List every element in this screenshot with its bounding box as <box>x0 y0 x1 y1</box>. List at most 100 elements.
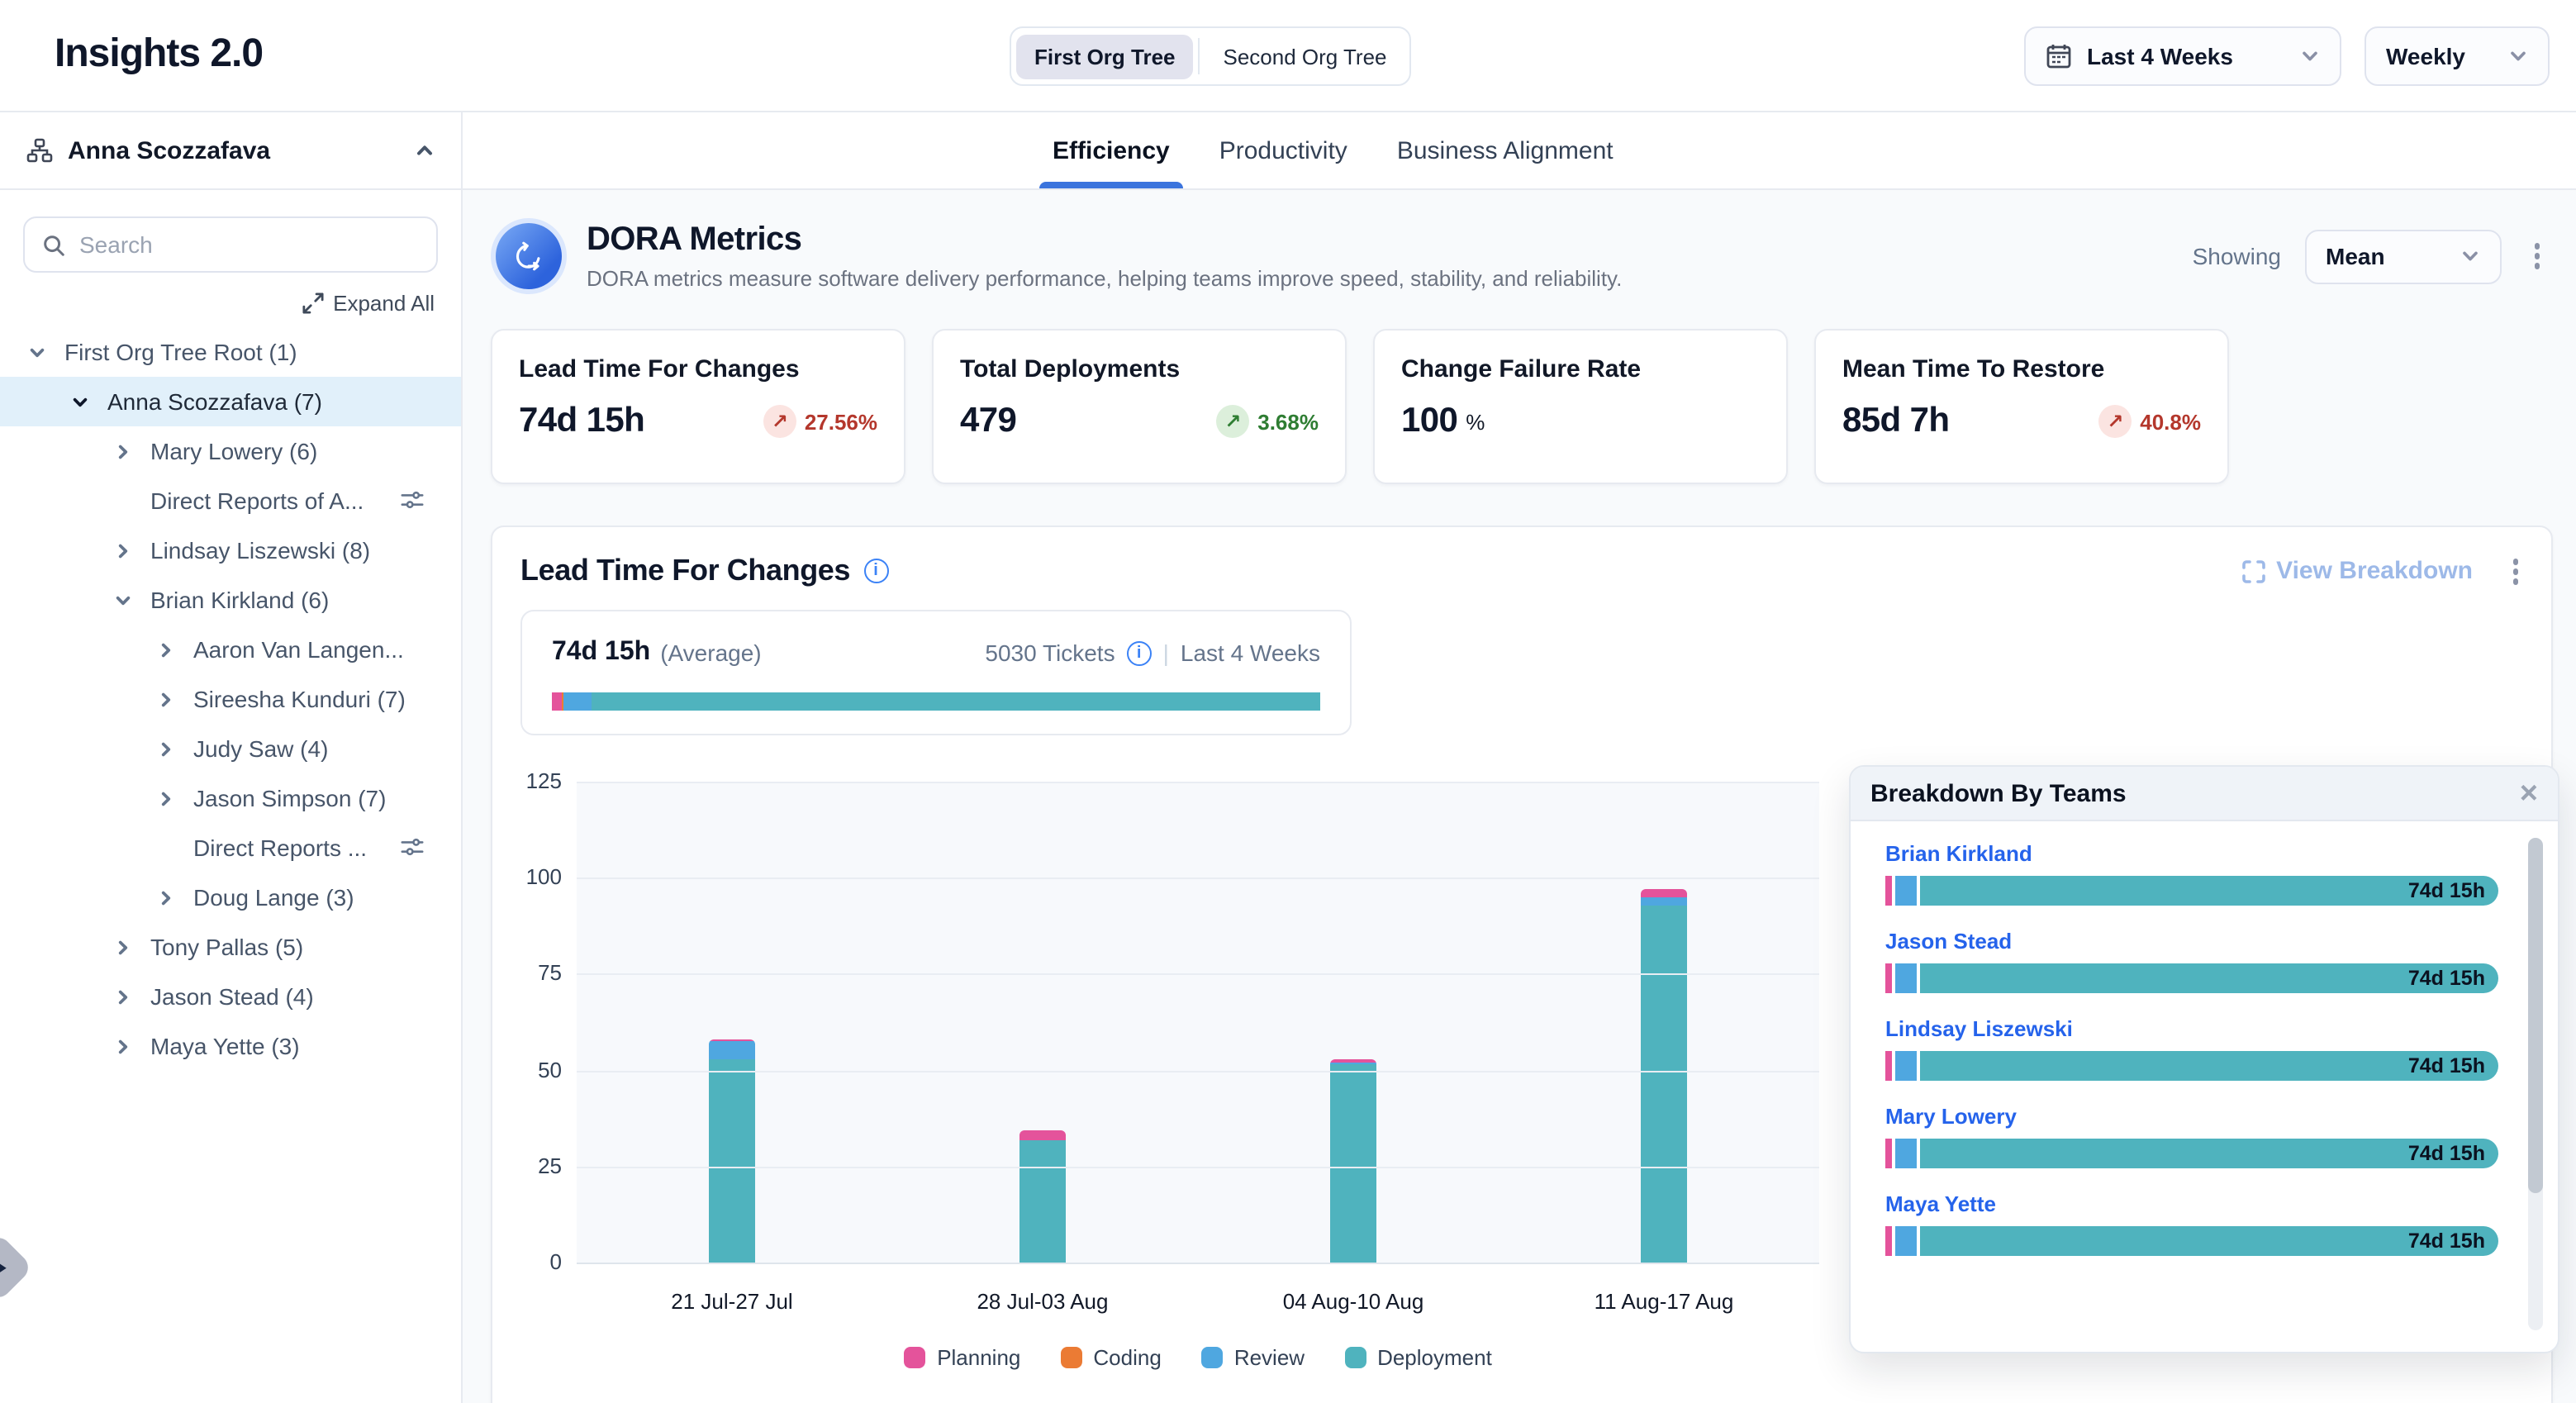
team-name-link[interactable]: Maya Yette <box>1885 1191 2498 1216</box>
legend-label: Review <box>1234 1345 1305 1370</box>
average-bar-segment-planning <box>552 692 562 711</box>
showing-select[interactable]: Mean <box>2304 229 2501 283</box>
tree-item[interactable]: Jason Simpson (7) <box>0 773 461 823</box>
metric-card-unit: % <box>1466 409 1485 434</box>
tree-item[interactable]: Doug Lange (3) <box>0 873 461 922</box>
granularity-value: Weekly <box>2386 43 2465 69</box>
tree-item[interactable]: Anna Scozzafava (7) <box>0 377 461 426</box>
metric-card-value-row: 85d 7h↗40.8% <box>1842 402 2201 441</box>
dora-header: DORA Metrics DORA metrics measure softwa… <box>491 218 2550 294</box>
chevron-down-icon[interactable] <box>71 392 94 411</box>
x-axis-label: 11 Aug-17 Aug <box>1532 1289 1796 1314</box>
legend-label: Coding <box>1093 1345 1161 1370</box>
chevron-right-icon[interactable] <box>157 888 180 906</box>
tree-item[interactable]: Sireesha Kunduri (7) <box>0 674 461 724</box>
granularity-select[interactable]: Weekly <box>2365 26 2550 86</box>
sidebar-owner-name: Anna Scozzafava <box>68 136 270 164</box>
chart-header-actions: View Breakdown <box>2241 552 2528 591</box>
tree-item[interactable]: Direct Reports of A... <box>0 476 461 526</box>
tree-item[interactable]: Tony Pallas (5) <box>0 922 461 972</box>
team-stacked-bar: 74d 15h <box>1885 1226 2498 1256</box>
chevron-right-icon[interactable] <box>114 1037 137 1055</box>
tree-item[interactable]: Brian Kirkland (6) <box>0 575 461 625</box>
sidebar-header[interactable]: Anna Scozzafava <box>0 112 461 190</box>
gridline <box>577 782 1819 783</box>
chevron-down-icon <box>2460 246 2479 266</box>
team-name-link[interactable]: Brian Kirkland <box>1885 841 2498 866</box>
calendar-icon <box>2046 43 2072 69</box>
chevron-up-icon[interactable] <box>415 140 435 160</box>
tree-item-label: Direct Reports ... <box>193 835 367 861</box>
legend-swatch <box>1201 1347 1223 1368</box>
average-bar-segment-review <box>564 692 592 711</box>
tree-item[interactable]: Maya Yette (3) <box>0 1021 461 1071</box>
y-axis-tick-label: 25 <box>492 1153 562 1178</box>
legend-item-review[interactable]: Review <box>1201 1345 1305 1370</box>
stacked-bar[interactable] <box>1330 1059 1376 1263</box>
gridline <box>577 877 1819 879</box>
tree-item[interactable]: Mary Lowery (6) <box>0 426 461 476</box>
tree-item[interactable]: Direct Reports ... <box>0 823 461 873</box>
info-icon[interactable]: i <box>863 559 888 584</box>
tree-item[interactable]: Lindsay Liszewski (8) <box>0 526 461 575</box>
search-box <box>23 216 438 273</box>
view-breakdown-button[interactable]: View Breakdown <box>2241 558 2473 586</box>
legend-swatch <box>1344 1347 1366 1368</box>
chevron-right-icon[interactable] <box>114 938 137 956</box>
bar-segment-review <box>709 1041 755 1058</box>
chevron-right-icon[interactable] <box>114 987 137 1006</box>
y-axis-tick-label: 50 <box>492 1057 562 1082</box>
tree-item[interactable]: Jason Stead (4) <box>0 972 461 1021</box>
legend-item-planning[interactable]: Planning <box>904 1345 1020 1370</box>
header-controls: Last 4 Weeks Weekly <box>2024 26 2550 86</box>
search-input[interactable] <box>79 231 420 258</box>
filter-sliders-icon[interactable] <box>400 487 425 512</box>
team-bar-segment-review <box>1895 963 1917 993</box>
chart-menu-kebab-icon[interactable] <box>2502 552 2528 591</box>
legend-item-coding[interactable]: Coding <box>1060 1345 1161 1370</box>
y-axis-tick-label: 125 <box>492 768 562 793</box>
tab-productivity[interactable]: Productivity <box>1216 112 1351 188</box>
content: DORA Metrics DORA metrics measure softwa… <box>463 190 2576 1403</box>
tree-item[interactable]: First Org Tree Root (1) <box>0 327 461 377</box>
divider: | <box>1163 640 1169 666</box>
org-tree-toggle-option[interactable]: First Org Tree <box>1016 34 1194 78</box>
info-icon[interactable]: i <box>1127 640 1152 665</box>
tree-item[interactable]: Judy Saw (4) <box>0 724 461 773</box>
breakdown-panel-body: Brian Kirkland 74d 15h Jason Stead 74d 15h L… <box>1851 821 2558 1353</box>
stacked-bar[interactable] <box>1019 1130 1066 1263</box>
chevron-right-icon[interactable] <box>157 640 180 659</box>
chevron-right-icon[interactable] <box>157 789 180 807</box>
stacked-bar[interactable] <box>1641 889 1687 1263</box>
chart-title: Lead Time For Changes <box>520 554 850 589</box>
close-icon[interactable]: × <box>2520 778 2538 809</box>
legend-swatch <box>1060 1347 1081 1368</box>
org-tree-toggle-option[interactable]: Second Org Tree <box>1205 34 1405 78</box>
date-range-select[interactable]: Last 4 Weeks <box>2024 26 2341 86</box>
team-bar-value: 74d 15h <box>2408 1054 2485 1077</box>
metric-card-value: 479 <box>960 402 1016 441</box>
chevron-down-icon[interactable] <box>28 343 51 361</box>
dora-menu-kebab-icon[interactable] <box>2524 237 2550 276</box>
chevron-right-icon[interactable] <box>114 541 137 559</box>
chevron-right-icon[interactable] <box>157 740 180 758</box>
chevron-right-icon[interactable] <box>157 690 180 708</box>
metric-delta-value: 27.56% <box>805 409 877 434</box>
filter-sliders-icon[interactable] <box>400 835 425 859</box>
tab-efficiency[interactable]: Efficiency <box>1049 112 1173 188</box>
team-name-link[interactable]: Mary Lowery <box>1885 1104 2498 1129</box>
scrollbar-track[interactable] <box>2528 838 2543 1330</box>
scrollbar-thumb[interactable] <box>2528 838 2543 1192</box>
stacked-bar[interactable] <box>709 1039 755 1263</box>
chevron-right-icon[interactable] <box>114 442 137 460</box>
tree-item[interactable]: Aaron Van Langen... <box>0 625 461 674</box>
metric-delta-badge: ↗3.68% <box>1216 405 1319 438</box>
bar-segment-deployment <box>1330 1064 1376 1263</box>
team-name-link[interactable]: Jason Stead <box>1885 929 2498 954</box>
team-name-link[interactable]: Lindsay Liszewski <box>1885 1016 2498 1041</box>
chevron-down-icon[interactable] <box>114 591 137 609</box>
expand-all-button[interactable]: Expand All <box>26 291 435 316</box>
tab-business-alignment[interactable]: Business Alignment <box>1394 112 1617 188</box>
team-bar-value: 74d 15h <box>2408 1229 2485 1253</box>
legend-item-deployment[interactable]: Deployment <box>1344 1345 1492 1370</box>
